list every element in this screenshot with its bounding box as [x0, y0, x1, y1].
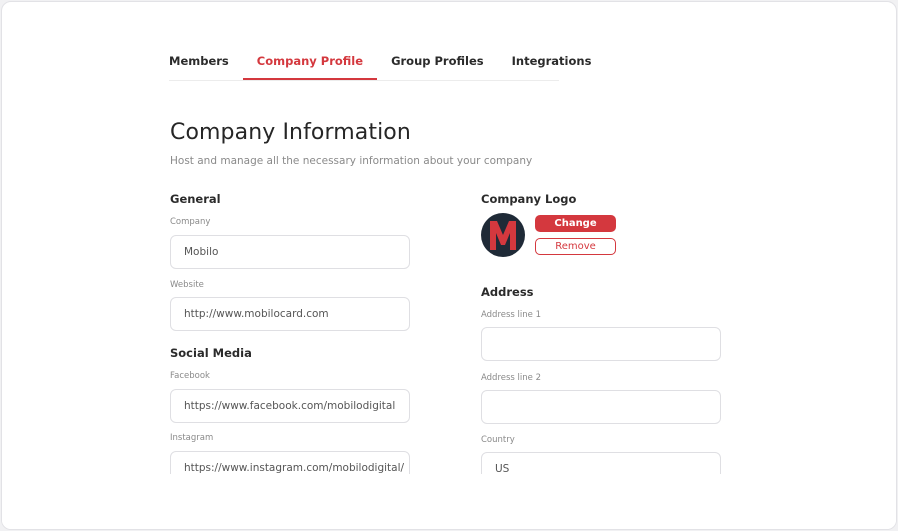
- change-logo-button[interactable]: Change: [535, 215, 616, 232]
- settings-card: Members Company Profile Group Profiles I…: [1, 1, 897, 530]
- tab-members[interactable]: Members: [169, 54, 229, 80]
- facebook-label: Facebook: [170, 371, 210, 381]
- mobilo-logo-icon: [490, 221, 516, 250]
- instagram-label: Instagram: [170, 433, 214, 443]
- tab-bar: Members Company Profile Group Profiles I…: [169, 54, 591, 80]
- tab-company-profile[interactable]: Company Profile: [242, 54, 378, 80]
- address-line2-label: Address line 2: [481, 373, 542, 383]
- tabs-divider: [169, 80, 559, 81]
- company-logo-heading: Company Logo: [481, 192, 577, 206]
- address-heading: Address: [481, 285, 534, 299]
- company-label: Company: [170, 217, 211, 227]
- facebook-field[interactable]: https://www.facebook.com/mobilodigital: [170, 389, 410, 423]
- content-clip: [2, 474, 896, 529]
- website-label: Website: [170, 280, 204, 290]
- tab-group-profiles[interactable]: Group Profiles: [391, 54, 484, 80]
- tab-integrations[interactable]: Integrations: [512, 54, 592, 80]
- company-field[interactable]: Mobilo: [170, 235, 410, 269]
- company-logo-avatar: [481, 213, 525, 257]
- address-line1-label: Address line 1: [481, 310, 542, 320]
- country-label: Country: [481, 435, 515, 445]
- social-media-heading: Social Media: [170, 346, 252, 360]
- address-line1-field[interactable]: [481, 327, 721, 361]
- remove-logo-button[interactable]: Remove: [535, 238, 616, 255]
- page-title: Company Information: [170, 120, 411, 145]
- website-field[interactable]: http://www.mobilocard.com: [170, 297, 410, 331]
- general-heading: General: [170, 192, 221, 206]
- page-subtitle: Host and manage all the necessary inform…: [170, 155, 533, 167]
- address-line2-field[interactable]: [481, 390, 721, 424]
